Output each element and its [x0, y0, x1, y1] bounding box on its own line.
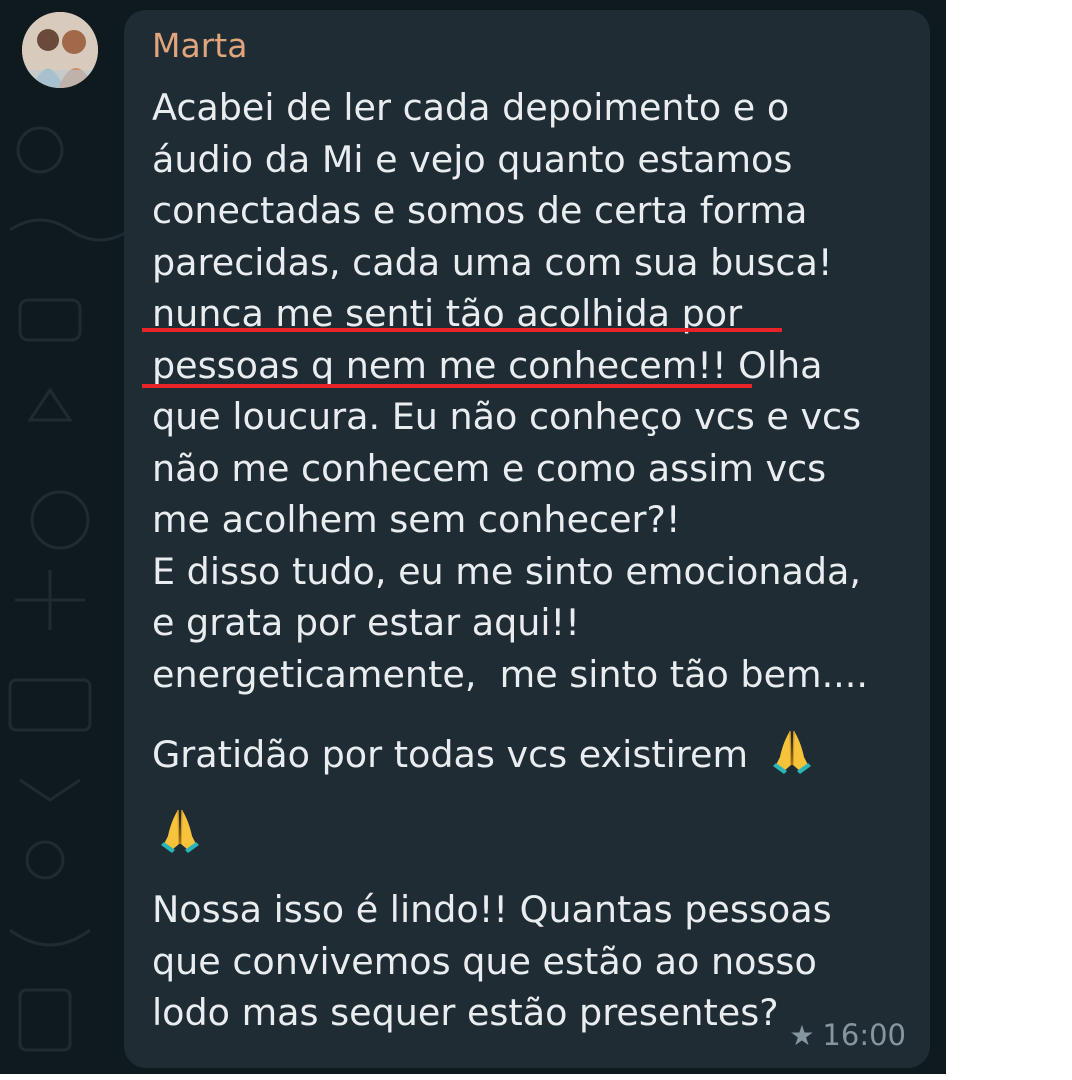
star-icon: ★ [789, 1019, 815, 1052]
message-bubble[interactable]: Marta Acabei de ler cada depoimento e o … [124, 10, 930, 1068]
folded-hands-icon [158, 806, 202, 854]
message-line: energeticamente, me sinto tão bem.... [152, 652, 868, 696]
message-line: Gratidão por todas vcs existirem [152, 733, 749, 776]
message-line: que convivemos que estão ao nosso [152, 939, 817, 983]
folded-hands-icon [770, 727, 814, 775]
message-line: Nossa isso é lindo!! Quantas pessoas [152, 888, 832, 931]
message-line: áudio da Mi e vejo quanto estamos [152, 137, 793, 181]
message-meta: ★ 16:00 [789, 1018, 906, 1052]
message-line: E disso tudo, eu me sinto emocionada, [152, 549, 861, 593]
message-line: me acolhem sem conhecer?! [152, 498, 681, 541]
message-line-with-emoji: Gratidão por todas vcs existirem [152, 727, 922, 779]
sender-avatar[interactable] [22, 12, 98, 88]
message-line: e grata por estar aqui!! [152, 601, 580, 644]
message-line: não me conhecem e como assim vcs [152, 446, 827, 490]
sender-name[interactable]: Marta [152, 26, 247, 65]
highlight-underline [142, 384, 752, 388]
message-time: 16:00 [822, 1018, 906, 1052]
message-text: Acabei de ler cada depoimento e o áudio … [152, 82, 922, 1039]
highlight-underline [142, 328, 782, 332]
chat-screenshot: Marta Acabei de ler cada depoimento e o … [0, 0, 946, 1074]
message-line: parecidas, cada uma com sua busca! [152, 240, 833, 284]
message-line: que loucura. Eu não conheço vcs e vcs [152, 395, 862, 438]
message-line: conectadas e somos de certa forma [152, 189, 808, 232]
message-line: Acabei de ler cada depoimento e o [152, 86, 790, 129]
